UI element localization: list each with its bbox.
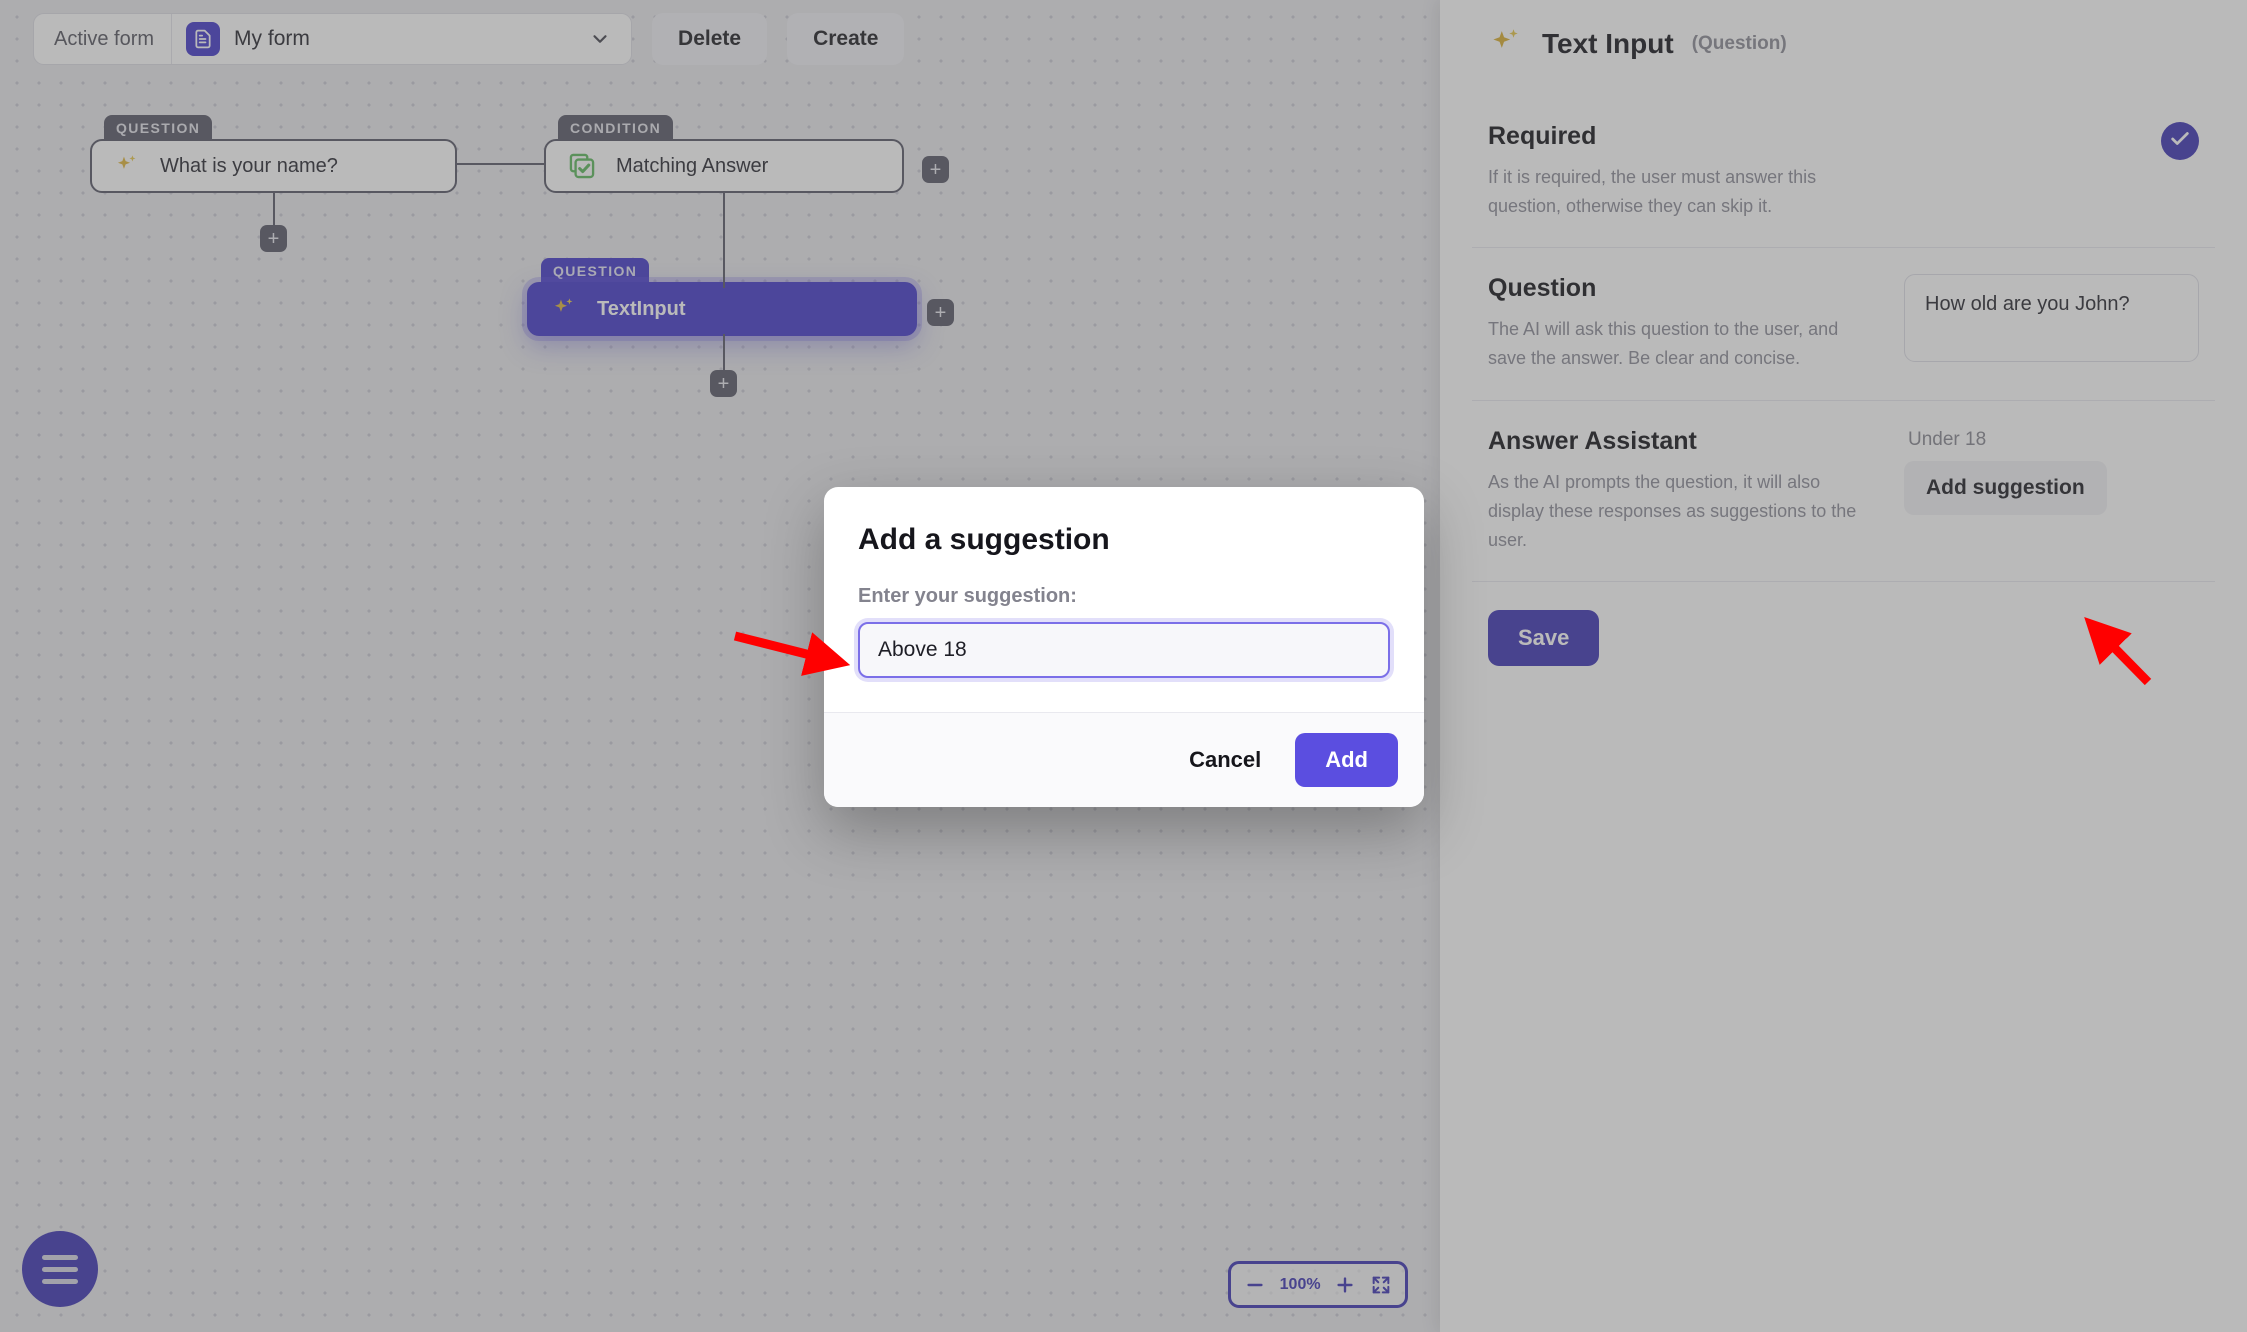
question-description: The AI will ask this question to the use… [1488,319,1839,369]
check-circle-icon [2169,128,2191,155]
panel-subtitle: (Question) [1691,33,1787,54]
edge-question-to-condition [456,163,544,165]
add-button[interactable]: Add [1295,733,1398,787]
add-node-button[interactable]: + [260,225,287,252]
question-field-wrap [1868,274,2199,363]
properties-panel: Text Input (Question) Required If it is … [1440,0,2247,1332]
form-name: My form [234,27,310,50]
node-label: What is your name? [160,154,338,177]
question-text-block: Question The AI will ask this question t… [1488,274,1868,373]
node-label: Matching Answer [616,154,769,177]
node-body[interactable]: Matching Answer [544,139,904,193]
checklist-icon [568,152,596,180]
top-toolbar: Active form My form Delete Create [33,13,905,65]
suggestion-input[interactable] [858,622,1390,678]
zoom-level: 100% [1279,1275,1321,1293]
answer-assistant-description: As the AI prompts the question, it will … [1488,471,1857,550]
edge-textinput-down [723,334,725,370]
suggestion-item[interactable]: Under 18 [1904,427,1986,461]
active-form-label: Active form [54,27,155,50]
section-question: Question The AI will ask this question t… [1472,248,2215,401]
add-node-button[interactable]: + [927,299,954,326]
menu-bar [42,1266,78,1272]
active-form-selector[interactable]: Active form My form [33,13,633,65]
zoom-out-icon[interactable] [1244,1274,1266,1296]
node-body[interactable]: What is your name? [90,139,457,193]
node-tag: QUESTION [104,115,213,142]
required-toggle[interactable] [2161,122,2199,160]
add-node-button[interactable]: + [922,156,949,183]
fit-screen-icon[interactable] [1370,1274,1392,1296]
form-dropdown[interactable]: My form [171,14,632,64]
node-body[interactable]: TextInput [527,282,917,336]
section-answer-assistant: Answer Assistant As the AI prompts the q… [1472,401,2215,583]
dialog-footer: Cancel Add [824,712,1424,807]
create-button[interactable]: Create [787,13,905,65]
document-icon [186,22,221,56]
node-tag: CONDITION [558,115,674,142]
node-question-name[interactable]: QUESTION What is your name? + [90,112,457,252]
sparkle-icon [1488,26,1524,62]
answer-assistant-title: Answer Assistant [1488,426,1697,455]
zoom-controls[interactable]: 100% [1228,1261,1408,1308]
sparkle-icon [114,153,140,179]
delete-button[interactable]: Delete [652,13,768,65]
node-label: TextInput [597,297,686,320]
zoom-in-icon[interactable] [1334,1274,1356,1296]
add-suggestion-button[interactable]: Add suggestion [1904,460,2107,515]
required-title: Required [1488,122,1597,150]
save-button[interactable]: Save [1488,610,1600,667]
edge-question-down [273,192,275,228]
node-condition-matching-answer[interactable]: CONDITION Matching Answer + [544,112,949,193]
dialog-body: Enter your suggestion: [824,557,1424,712]
menu-bar [42,1254,78,1260]
app-root: Active form My form Delete Create QUESTI… [0,0,2247,1332]
answer-assistant-text-block: Answer Assistant As the AI prompts the q… [1488,427,1868,555]
question-title: Question [1488,274,1597,303]
node-tag: QUESTION [541,258,650,285]
menu-bar [42,1278,78,1284]
edge-condition-down [723,192,725,288]
cancel-button[interactable]: Cancel [1167,733,1283,787]
suggestions-wrap: Under 18 Add suggestion [1868,427,2199,515]
section-required: Required If it is required, the user mus… [1472,96,2215,249]
sparkle-icon [551,296,577,322]
required-text-block: Required If it is required, the user mus… [1488,122,1868,221]
chevron-down-icon[interactable] [583,22,617,56]
panel-header: Text Input (Question) [1472,0,2215,62]
add-suggestion-dialog: Add a suggestion Enter your suggestion: … [824,487,1424,807]
dialog-title: Add a suggestion [858,523,1110,556]
hamburger-menu-icon[interactable] [22,1231,98,1307]
add-node-button[interactable]: + [710,370,737,397]
question-input[interactable] [1904,274,2199,363]
required-description: If it is required, the user must answer … [1488,167,1817,217]
node-question-textinput[interactable]: QUESTION TextInput + + [527,255,954,397]
suggestion-input-label: Enter your suggestion: [858,585,1077,607]
panel-title: Text Input [1542,28,1674,59]
